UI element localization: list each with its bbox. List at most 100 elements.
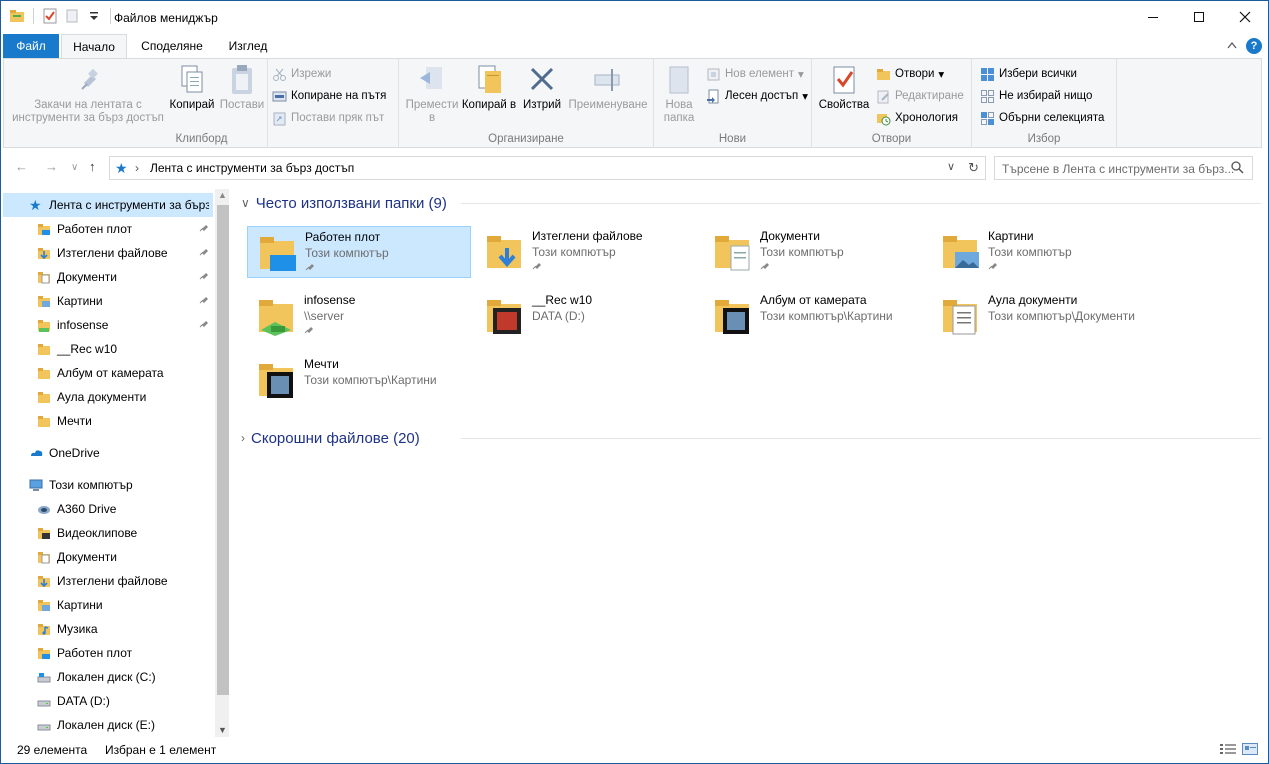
nav-item[interactable]: Мечти — [3, 409, 213, 433]
title-bar: Файлов мениджър — [1, 1, 1268, 34]
invert-selection-button[interactable]: Обърни селекцията — [980, 108, 1104, 128]
folder-tile[interactable]: Аула документи Този компютър\Документи — [931, 290, 1155, 342]
up-arrow-icon[interactable]: ↑ — [89, 159, 96, 174]
nav-this-pc[interactable]: Този компютър — [3, 473, 213, 497]
nav-item[interactable]: Локален диск (C:) — [3, 665, 213, 689]
search-placeholder: Търсене в Лента с инструменти за бърз... — [1002, 162, 1235, 176]
pin-icon — [199, 318, 209, 331]
easy-access-button[interactable]: Лесен достъп ▾ — [706, 86, 808, 106]
history-button[interactable]: Хронология — [876, 108, 958, 128]
scroll-down-icon[interactable]: ▼ — [218, 725, 227, 735]
nav-item[interactable]: infosense — [3, 313, 213, 337]
maximize-button[interactable] — [1176, 1, 1222, 33]
search-box[interactable]: Търсене в Лента с инструменти за бърз... — [994, 156, 1253, 180]
copy-button[interactable]: Копирай — [168, 63, 216, 112]
pictures-folder-icon — [37, 294, 51, 308]
nav-item[interactable]: Албум от камерата — [3, 361, 213, 385]
open-dropdown-icon: ▾ — [938, 69, 945, 81]
nav-onedrive[interactable]: OneDrive — [3, 441, 213, 465]
rename-button[interactable]: Преименуване — [565, 63, 651, 112]
collapse-ribbon-icon[interactable] — [1226, 39, 1238, 53]
nav-item[interactable]: Аула документи — [3, 385, 213, 409]
help-icon[interactable]: ? — [1246, 38, 1262, 54]
nav-quick-access[interactable]: ★ Лента с инструменти за бърз достъп — [3, 193, 213, 217]
tab-home[interactable]: Начало — [61, 34, 127, 59]
nav-item[interactable]: DATA (D:) — [3, 689, 213, 713]
folder-tile[interactable]: Документи Този компютър — [703, 226, 927, 278]
nav-item[interactable]: Картини — [3, 593, 213, 617]
address-path[interactable]: Лента с инструменти за бърз достъп — [150, 161, 354, 175]
search-icon[interactable] — [1231, 161, 1244, 177]
copy-to-button[interactable]: Копирай в — [461, 63, 517, 112]
nav-item[interactable]: A360 Drive — [3, 497, 213, 521]
nav-item[interactable]: Локален диск (E:) — [3, 713, 213, 737]
details-view-icon[interactable] — [1220, 743, 1236, 755]
select-all-button[interactable]: Избери всички — [980, 64, 1077, 84]
new-item-button[interactable]: Нов елемент ▾ — [706, 64, 804, 84]
refresh-icon[interactable]: ↻ — [968, 160, 979, 176]
folder-location: \\server — [304, 309, 345, 323]
new-folder-small-icon[interactable] — [64, 8, 80, 24]
nav-pane-scrollbar[interactable]: ▲ ▼ — [215, 189, 229, 737]
nav-item[interactable]: Изтеглени файлове — [3, 569, 213, 593]
recent-locations-chevron-icon[interactable]: ∨ — [71, 162, 78, 173]
scroll-up-icon[interactable]: ▲ — [218, 190, 227, 200]
frequent-folders-header[interactable]: ∨ Често използвани папки (9) — [241, 192, 1261, 214]
properties-label: Свойства — [818, 99, 870, 111]
scrollbar-thumb[interactable] — [217, 205, 229, 695]
move-to-button[interactable]: Премести в — [403, 63, 461, 125]
nav-item[interactable]: __Rec w10 — [3, 337, 213, 361]
customize-qat-icon[interactable] — [86, 8, 102, 24]
move-to-icon — [416, 63, 448, 97]
nav-item[interactable]: Изтеглени файлове — [3, 241, 213, 265]
address-dropdown-icon[interactable]: ∨ — [947, 160, 955, 173]
edit-button[interactable]: Редактиране — [876, 86, 964, 106]
tab-share[interactable]: Споделяне — [131, 34, 213, 58]
address-bar[interactable]: ★ › Лента с инструменти за бърз достъп ∨… — [109, 156, 986, 180]
forward-arrow-icon[interactable]: → — [45, 159, 58, 174]
properties-button[interactable]: Свойства — [816, 63, 872, 112]
nav-item-label: Локален диск (C:) — [57, 670, 156, 684]
breadcrumb-chevron-icon[interactable]: › — [135, 161, 139, 175]
close-button[interactable] — [1222, 1, 1268, 33]
organize-group-label: Организиране — [488, 133, 564, 145]
nav-item[interactable]: Документи — [3, 545, 213, 569]
open-folder-icon — [876, 67, 891, 82]
folder-tile[interactable]: Картини Този компютър — [931, 226, 1155, 278]
nav-item[interactable]: Видеоклипове — [3, 521, 213, 545]
properties-check-icon[interactable] — [42, 8, 58, 24]
frequent-folders-label: Често използвани папки (9) — [255, 194, 447, 212]
nav-item[interactable]: Работен плот — [3, 641, 213, 665]
new-group-label: Нови — [718, 133, 747, 145]
nav-item[interactable]: Работен плот — [3, 217, 213, 241]
pin-to-quick-access-button[interactable]: Закачи на лентата с инструменти за бърз … — [8, 63, 168, 125]
recent-files-header[interactable]: › Скорошни файлове (20) — [241, 427, 1261, 449]
folder-tile[interactable]: Албум от камерата Този компютър\Картини — [703, 290, 927, 342]
select-none-button[interactable]: Не избирай нищо — [980, 86, 1092, 106]
folder-tile[interactable]: infosense \\server — [247, 290, 471, 342]
folder-tile[interactable]: Изтеглени файлове Този компютър — [475, 226, 699, 278]
easy-access-label: Лесен достъп — [725, 90, 799, 102]
folder-tile[interactable]: __Rec w10 DATA (D:) — [475, 290, 699, 342]
open-button[interactable]: Отвори ▾ — [876, 64, 944, 84]
delete-button[interactable]: Изтрий — [519, 63, 565, 112]
nav-item[interactable]: Музика — [3, 617, 213, 641]
tiles-view-icon[interactable] — [1242, 743, 1258, 755]
folder-name: Картини — [988, 229, 1034, 243]
tab-view[interactable]: Изглед — [217, 34, 279, 58]
nav-item[interactable]: Документи — [3, 265, 213, 289]
tab-file[interactable]: Файл — [3, 34, 59, 58]
file-explorer-window: Файлов мениджър Файл Начало Споделяне Из… — [0, 0, 1269, 764]
nav-item-label: Картини — [57, 294, 103, 308]
minimize-button[interactable] — [1130, 1, 1176, 33]
nav-item-label: Документи — [57, 270, 117, 284]
app-folder-icon[interactable] — [9, 8, 25, 24]
paste-button[interactable]: Постави — [218, 63, 266, 112]
folder-tile[interactable]: Мечти Този компютър\Картини — [247, 354, 471, 406]
back-arrow-icon[interactable]: ← — [15, 159, 28, 174]
new-folder-button[interactable]: Нова папка — [658, 63, 700, 125]
folder-tile[interactable]: Работен плот Този компютър — [247, 226, 471, 278]
organize-group: Премести в Копирай в Изтрий Преименуване — [399, 59, 654, 147]
folder-location: DATA (D:) — [532, 309, 585, 323]
nav-item[interactable]: Картини — [3, 289, 213, 313]
